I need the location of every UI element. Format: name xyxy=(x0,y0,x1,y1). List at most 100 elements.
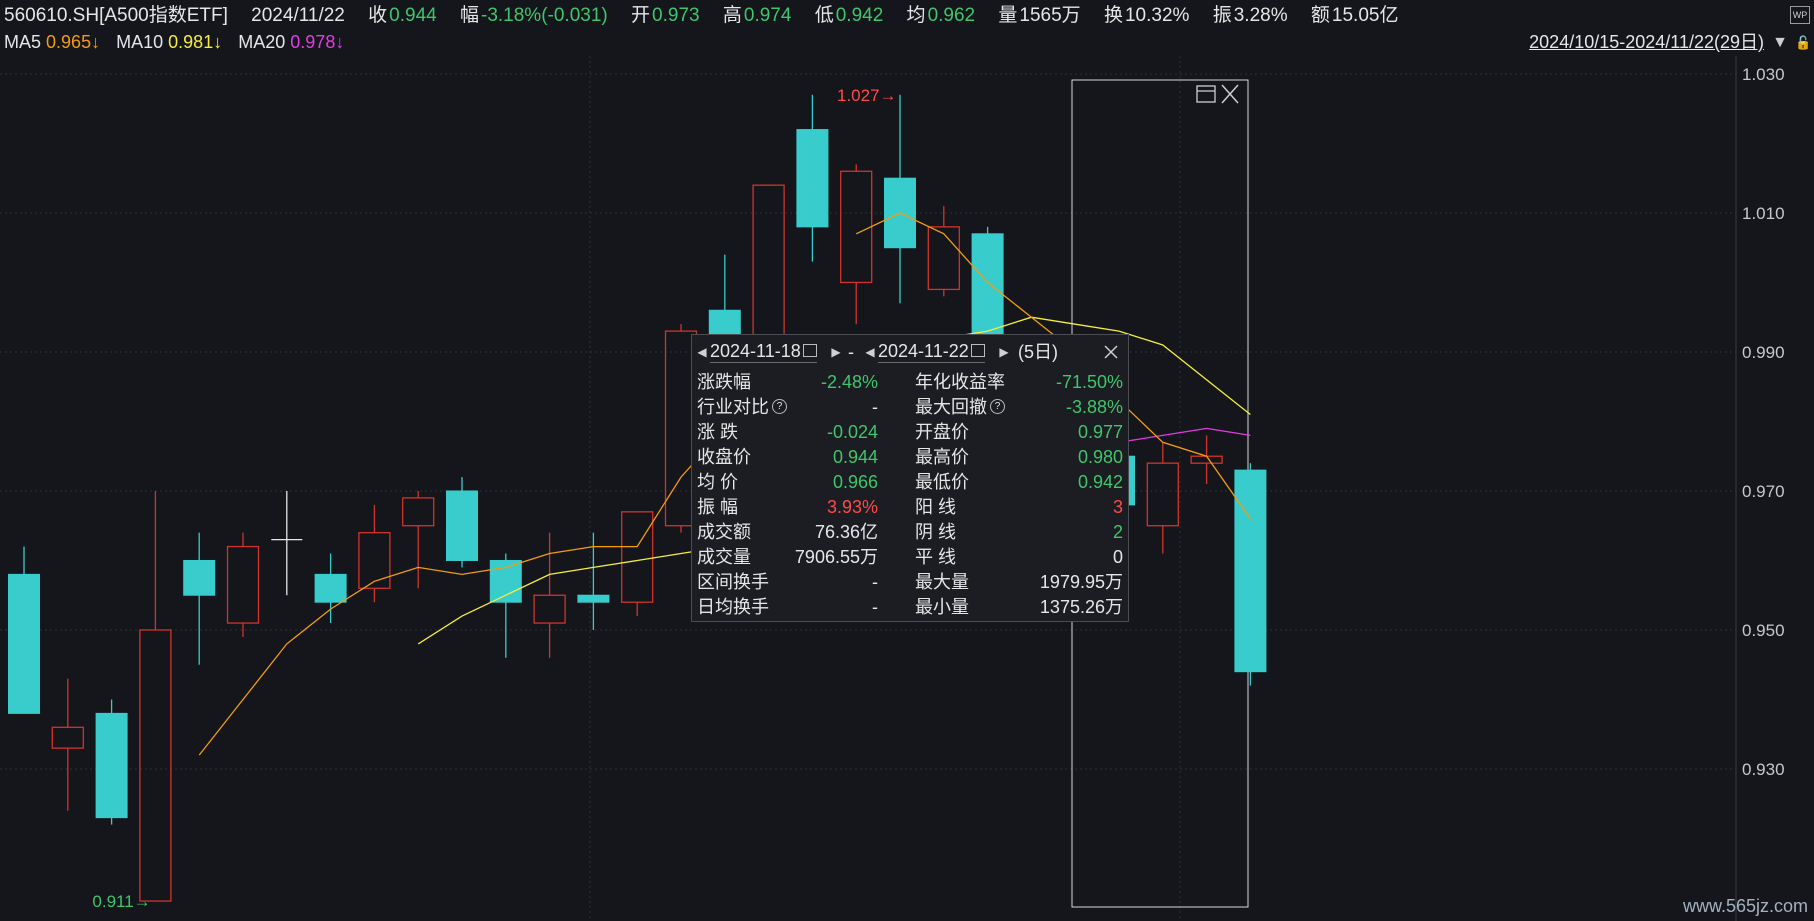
stat-label: 区间换手 xyxy=(697,572,769,592)
stats-row: 振 幅 3.93% 阳 线 3 xyxy=(692,495,1128,520)
stat-value-cell: - xyxy=(872,395,878,420)
stat-label: 均 价 xyxy=(697,472,739,492)
stat-value-cell: 0.942 xyxy=(1078,470,1123,495)
stat-value-cell: -3.88% xyxy=(1066,395,1123,420)
open-value: 0.973 xyxy=(652,5,700,26)
end-date-text: 2024-11-22 xyxy=(878,341,969,361)
ma10-value: 0.981↓ xyxy=(168,32,223,52)
volume-value: 1565万 xyxy=(1019,5,1081,26)
stat-label-cell: 最低价 xyxy=(915,470,969,495)
calendar-icon[interactable] xyxy=(802,343,817,357)
calendar-icon[interactable] xyxy=(970,343,985,357)
candle-body xyxy=(183,559,216,596)
stat-label-cell: 阴 线 xyxy=(915,520,956,545)
date-label: 2024/11/22 xyxy=(251,5,345,26)
y-tick-label: 1.010 xyxy=(1742,204,1785,223)
candle-body xyxy=(1234,469,1267,673)
candle-body xyxy=(8,573,40,714)
stat-value: 3.93% xyxy=(826,497,878,517)
stat-value: 0 xyxy=(1112,547,1123,567)
ma-legend: MA5 0.965↓ MA10 0.981↓ MA20 0.978↓ xyxy=(4,30,344,54)
stat-label: 日均换手 xyxy=(697,597,769,617)
stat-label-cell: 涨跌幅 xyxy=(697,370,751,395)
stat-label-cell: 开盘价 xyxy=(915,420,969,445)
end-date-field[interactable]: 2024-11-22 xyxy=(878,340,985,363)
stat-value: 76.36亿 xyxy=(814,522,878,542)
turnover-label: 换 xyxy=(1103,5,1123,26)
stats-row: 成交量 7906.55万 平 线 0 xyxy=(692,545,1128,570)
stat-label-cell: 振 幅 xyxy=(697,495,738,520)
range-dash: - xyxy=(848,342,854,362)
avg-label: 均 xyxy=(906,5,926,26)
amplitude-value: 3.28% xyxy=(1233,5,1288,26)
stat-label: 年化收益率 xyxy=(915,372,1005,392)
stat-value: -2.48% xyxy=(820,372,878,392)
stat-label: 最大回撤 xyxy=(915,397,987,417)
stat-value: 2 xyxy=(1112,522,1123,542)
candle-body xyxy=(621,511,654,603)
stat-value-cell: 0.977 xyxy=(1078,420,1123,445)
date-range-link[interactable]: 2024/10/15-2024/11/22(29日) xyxy=(1529,30,1764,54)
stat-value-cell: 3 xyxy=(1113,495,1123,520)
stat-value-cell: 1375.26万 xyxy=(1040,595,1123,620)
stats-row: 成交额 76.36亿 阴 线 2 xyxy=(692,520,1128,545)
stat-label-cell: 行业对比? xyxy=(697,395,787,420)
stat-label-cell: 收盘价 xyxy=(697,445,751,470)
prev-end-arrow-icon[interactable]: ◀ xyxy=(864,335,876,369)
prev-start-arrow-icon[interactable]: ◀ xyxy=(696,335,708,369)
chevron-down-icon[interactable]: ▼ xyxy=(1772,34,1788,52)
candle-body xyxy=(796,129,829,228)
stat-label: 最低价 xyxy=(915,472,969,492)
next-end-arrow-icon[interactable]: ▶ xyxy=(998,335,1010,369)
symbol-label: 560610.SH[A500指数ETF] xyxy=(4,5,228,26)
ma5-value: 0.965↓ xyxy=(46,32,101,52)
wp-icon[interactable]: WP xyxy=(1790,6,1810,24)
close-icon[interactable] xyxy=(1104,345,1118,359)
help-icon[interactable]: ? xyxy=(990,398,1005,414)
ma20-label: MA20 xyxy=(238,32,286,52)
lock-icon[interactable]: 🔓 xyxy=(1795,35,1811,50)
close-label: 收 xyxy=(368,5,388,26)
stat-value: -71.50% xyxy=(1055,372,1123,392)
stat-label: 开盘价 xyxy=(915,422,969,442)
stat-label-cell: 均 价 xyxy=(697,470,738,495)
stat-value: 3 xyxy=(1112,497,1123,517)
y-tick-label: 0.930 xyxy=(1742,760,1785,779)
stat-label-cell: 阳 线 xyxy=(915,495,956,520)
amount-label: 额 xyxy=(1310,5,1330,26)
stat-label-cell: 最小量 xyxy=(915,595,969,620)
help-icon[interactable]: ? xyxy=(772,398,787,414)
stat-label-cell: 最大量 xyxy=(915,570,969,595)
stat-label-cell: 年化收益率 xyxy=(915,370,1005,395)
stat-label: 振 幅 xyxy=(697,497,739,517)
volume-label: 量 xyxy=(998,5,1018,26)
maximize-icon xyxy=(1196,85,1216,103)
stat-value-cell: 0 xyxy=(1113,545,1123,570)
high-value: 0.974 xyxy=(743,5,792,26)
stats-row: 区间换手 - 最大量 1979.95万 xyxy=(692,570,1128,595)
stats-row: 收盘价 0.944 最高价 0.980 xyxy=(692,445,1128,470)
quote-header: 560610.SH[A500指数ETF] 2024/11/22 收 0.944 幅… xyxy=(4,3,1400,29)
candle-body xyxy=(95,712,128,819)
stat-label-cell: 涨 跌 xyxy=(697,420,738,445)
low-value: 0.942 xyxy=(835,5,884,26)
stat-label: 收盘价 xyxy=(697,447,751,467)
stat-label: 最大量 xyxy=(915,572,969,592)
stat-value-cell: - xyxy=(872,570,878,595)
interval-stats-panel: ◀ 2024-11-18 ▶ - ◀ 2024-11-22 ▶ (5日) 涨跌幅… xyxy=(691,334,1129,622)
ma5-label: MA5 xyxy=(4,32,42,52)
start-date-field[interactable]: 2024-11-18 xyxy=(710,340,817,363)
stat-value-cell: - xyxy=(872,595,878,620)
stat-label: 成交量 xyxy=(697,547,751,567)
stat-value-cell: -71.50% xyxy=(1056,370,1123,395)
stat-value: - xyxy=(872,572,878,592)
stat-label-cell: 日均换手 xyxy=(697,595,769,620)
candle-body xyxy=(927,226,960,291)
stat-label-cell: 成交额 xyxy=(697,520,751,545)
stats-row: 涨跌幅 -2.48% 年化收益率 -71.50% xyxy=(692,370,1128,395)
stat-value: - xyxy=(872,397,878,417)
next-start-arrow-icon[interactable]: ▶ xyxy=(830,335,842,369)
days-count: (5日) xyxy=(1018,342,1058,362)
stats-row: 均 价 0.966 最低价 0.942 xyxy=(692,470,1128,495)
amplitude-label: 振 xyxy=(1212,5,1232,26)
